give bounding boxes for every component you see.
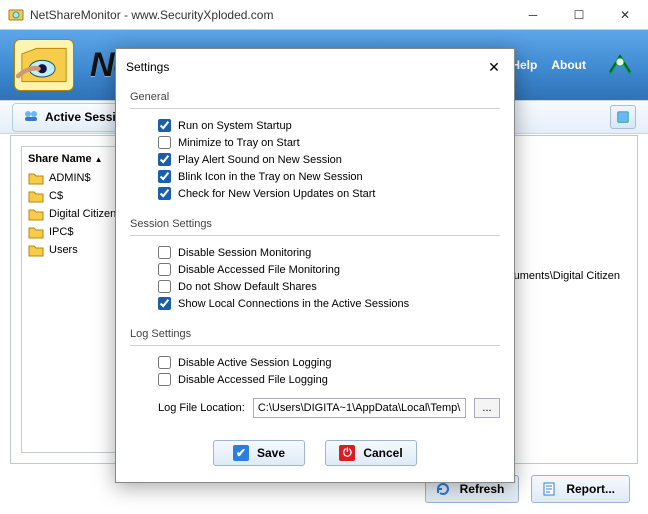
dialog-close-button[interactable]: ✕ [484,57,504,77]
checkbox-label: Check for New Version Updates on Start [178,188,375,200]
checkbox-log-1[interactable]: Disable Accessed File Logging [158,371,500,388]
share-item-label: IPC$ [49,226,73,238]
checkbox-session-0[interactable]: Disable Session Monitoring [158,244,500,261]
group-log-label: Log Settings [130,326,500,342]
window-controls: ─ ☐ ✕ [510,0,648,30]
checkbox-label: Disable Active Session Logging [178,357,331,369]
share-item-label: ADMIN$ [49,172,91,184]
checkbox-log-0[interactable]: Disable Active Session Logging [158,354,500,371]
sort-asc-icon: ▲ [95,155,103,164]
report-button[interactable]: Report... [531,475,630,503]
checkbox-input[interactable] [158,170,171,183]
checkbox-label: Disable Session Monitoring [178,247,311,259]
share-item-label: Digital Citizen [49,208,116,220]
close-button[interactable]: ✕ [602,0,648,30]
checkbox-label: Blink Icon in the Tray on New Session [178,171,363,183]
app-icon [8,7,24,23]
window-titlebar: NetShareMonitor - www.SecurityXploded.co… [0,0,648,30]
checkbox-label: Run on System Startup [178,120,292,132]
skull-icon [606,54,634,76]
checkbox-input[interactable] [158,263,171,276]
checkbox-label: Minimize to Tray on Start [178,137,300,149]
checkbox-general-1[interactable]: Minimize to Tray on Start [158,134,500,151]
checkbox-input[interactable] [158,153,171,166]
checkbox-label: Disable Accessed File Logging [178,374,328,386]
log-location-label: Log File Location: [158,402,245,414]
checkbox-session-2[interactable]: Do not Show Default Shares [158,278,500,295]
settings-dialog: Settings ✕ General Run on System Startup… [115,48,515,483]
report-icon [540,480,558,498]
checkbox-label: Play Alert Sound on New Session [178,154,342,166]
checkbox-input[interactable] [158,187,171,200]
group-session: Session Settings Disable Session Monitor… [130,216,500,316]
group-general: General Run on System Startup Minimize to… [130,89,500,206]
log-location-input[interactable] [253,398,466,418]
share-item-label: Users [49,244,78,256]
checkbox-input[interactable] [158,246,171,259]
cancel-icon: ⏻ [339,445,355,461]
save-button[interactable]: ✔ Save [213,440,305,466]
save-icon: ✔ [233,445,249,461]
truncated-path: ocuments\Digital Citizen [502,270,620,282]
dialog-title: Settings [126,60,169,74]
dialog-titlebar: Settings ✕ [116,49,514,85]
checkbox-input[interactable] [158,356,171,369]
checkbox-input[interactable] [158,119,171,132]
checkbox-input[interactable] [158,136,171,149]
sessions-icon [23,108,39,127]
share-item-label: C$ [49,190,63,202]
dialog-actions: ✔ Save ⏻ Cancel [116,428,514,482]
checkbox-general-4[interactable]: Check for New Version Updates on Start [158,185,500,202]
minimize-button[interactable]: ─ [510,0,556,30]
checkbox-label: Disable Accessed File Monitoring [178,264,340,276]
toolbar-settings-button[interactable] [610,105,636,129]
checkbox-input[interactable] [158,297,171,310]
maximize-button[interactable]: ☐ [556,0,602,30]
checkbox-input[interactable] [158,280,171,293]
checkbox-session-3[interactable]: Show Local Connections in the Active Ses… [158,295,500,312]
cancel-button[interactable]: ⏻ Cancel [325,440,417,466]
checkbox-general-2[interactable]: Play Alert Sound on New Session [158,151,500,168]
checkbox-general-3[interactable]: Blink Icon in the Tray on New Session [158,168,500,185]
checkbox-session-1[interactable]: Disable Accessed File Monitoring [158,261,500,278]
app-logo [14,39,74,91]
checkbox-label: Show Local Connections in the Active Ses… [178,298,409,310]
group-log: Log Settings Disable Active Session Logg… [130,326,500,418]
about-link[interactable]: About [551,58,586,72]
window-title: NetShareMonitor - www.SecurityXploded.co… [30,8,273,22]
checkbox-general-0[interactable]: Run on System Startup [158,117,500,134]
checkbox-label: Do not Show Default Shares [178,281,317,293]
group-general-label: General [130,89,500,105]
checkbox-input[interactable] [158,373,171,386]
group-session-label: Session Settings [130,216,500,232]
browse-button[interactable]: ... [474,398,500,418]
